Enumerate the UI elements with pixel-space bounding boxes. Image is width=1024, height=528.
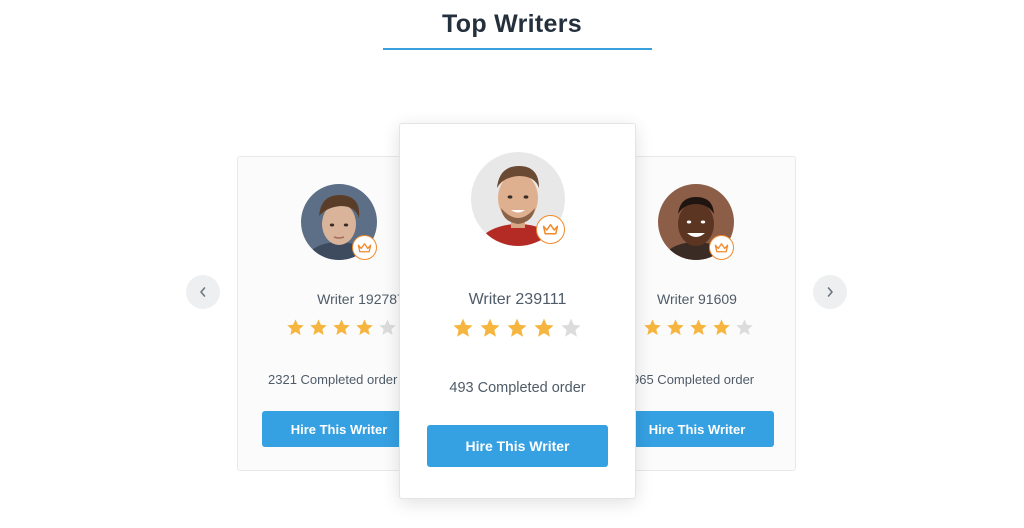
star-empty-icon [736, 319, 753, 336]
star-filled-icon [310, 319, 327, 336]
star-filled-icon [644, 319, 661, 336]
crown-badge [709, 235, 734, 260]
crown-badge [352, 235, 377, 260]
star-filled-icon [356, 319, 373, 336]
star-filled-icon [480, 318, 500, 337]
carousel-prev-button[interactable] [186, 275, 220, 309]
writer-name: Writer 239111 [468, 291, 567, 308]
crown-icon [542, 223, 559, 235]
star-filled-icon [667, 319, 684, 336]
hire-writer-button[interactable]: Hire This Writer [620, 411, 774, 447]
hire-writer-button[interactable]: Hire This Writer [427, 425, 608, 467]
star-filled-icon [507, 318, 527, 337]
writer-avatar-wrapper [658, 184, 734, 260]
star-filled-icon [690, 319, 707, 336]
section-title: Top Writers [442, 10, 582, 38]
star-filled-icon [713, 319, 730, 336]
chevron-left-icon [200, 287, 206, 297]
writer-avatar-wrapper [471, 152, 565, 246]
rating-stars [286, 318, 401, 337]
completed-orders: 2321 Completed order [268, 372, 398, 387]
star-empty-icon [561, 318, 581, 337]
crown-icon [357, 242, 372, 252]
rating-stars [643, 318, 758, 337]
carousel-next-button[interactable] [813, 275, 847, 309]
rating-stars [452, 317, 587, 339]
star-filled-icon [287, 319, 304, 336]
star-filled-icon [333, 319, 350, 336]
star-empty-icon [379, 319, 396, 336]
hire-writer-button[interactable]: Hire This Writer [262, 411, 416, 447]
completed-orders: 965 Completed order [632, 372, 755, 387]
writer-avatar-wrapper [301, 184, 377, 260]
title-underline [383, 48, 652, 50]
chevron-right-icon [827, 287, 833, 297]
star-filled-icon [534, 318, 554, 337]
star-filled-icon [453, 318, 473, 337]
crown-badge [536, 215, 565, 244]
completed-orders: 493 Completed order [449, 380, 586, 396]
writer-card-center: Writer 239111 493 Completed order Hire T… [399, 123, 636, 499]
crown-icon [714, 242, 729, 252]
